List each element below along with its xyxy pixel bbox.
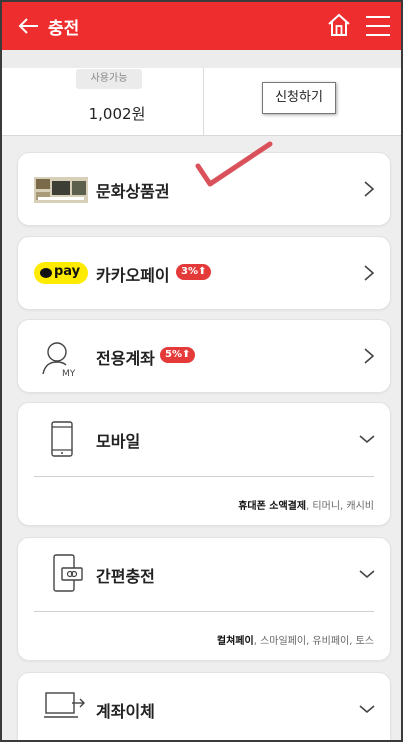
home-icon[interactable]: [327, 12, 351, 38]
chevron-right-icon: [364, 265, 375, 281]
divider: [34, 611, 374, 612]
menu-icon[interactable]: [364, 13, 392, 39]
chevron-down-icon: [359, 570, 375, 579]
easy-charge-label: 간편충전: [96, 567, 155, 586]
kakaopay-card[interactable]: pay 카카오페이 3%⬆: [17, 236, 391, 310]
balance-top-strip: [2, 50, 401, 68]
kakaopay-logo: pay: [34, 262, 88, 284]
balance-panel: 사용가능 1,002원 신청하기: [2, 50, 401, 136]
svg-text:MY: MY: [62, 369, 76, 378]
chevron-down-icon: [359, 435, 375, 444]
divider: [34, 476, 374, 477]
chevron-right-icon: [364, 348, 375, 364]
balance-divider: [203, 68, 204, 136]
culture-voucher-label: 문화상품권: [96, 182, 170, 201]
mobile-sub-methods: 휴대폰 소액결제, 티머니, 캐시비: [238, 497, 374, 512]
kakaopay-label: 카카오페이: [96, 266, 170, 285]
charge-screen: 충전 사용가능 1,002원 신청하기 문화상품권 pay 카카오페이 3%⬆ …: [0, 0, 403, 742]
mobile-card: 모바일 휴대폰 소액결제, 티머니, 캐시비: [17, 402, 391, 526]
chevron-down-icon: [359, 705, 375, 714]
mobile-label: 모바일: [96, 432, 141, 451]
mobile-sub-primary: 휴대폰 소액결제: [238, 501, 307, 512]
mobile-sub-others: , 티머니, 캐시비: [306, 501, 374, 512]
top-bar: 충전: [2, 2, 401, 50]
easy-charge-header[interactable]: 간편충전: [18, 538, 390, 610]
check-mark-icon: [195, 141, 273, 187]
bank-transfer-label: 계좌이체: [96, 702, 155, 721]
gift-card-icon: [34, 177, 88, 203]
mobile-phone-icon: [51, 421, 73, 457]
my-account-icon: MY: [42, 342, 76, 378]
mobile-header[interactable]: 모바일: [18, 403, 390, 475]
easy-charge-sub-primary: 컬쳐페이: [216, 636, 254, 647]
dedicated-account-label: 전용계좌: [96, 349, 155, 368]
easy-pay-phone-icon: [53, 554, 83, 592]
easy-charge-sub-methods: 컬쳐페이, 스마일페이, 유비페이, 토스: [217, 632, 374, 647]
chevron-right-icon: [364, 181, 375, 197]
bank-transfer-card[interactable]: 계좌이체: [17, 672, 391, 740]
kakaopay-logo-text: pay: [54, 264, 81, 279]
kakao-bubble-icon: [40, 268, 52, 278]
page-title: 충전: [48, 19, 80, 39]
apply-button[interactable]: 신청하기: [262, 82, 336, 114]
kakaopay-badge: 3%⬆: [176, 264, 212, 280]
back-arrow-icon[interactable]: [16, 13, 42, 39]
easy-charge-card: 간편충전 컬쳐페이, 스마일페이, 유비페이, 토스: [17, 537, 391, 661]
dedicated-account-badge: 5%⬆: [160, 347, 196, 363]
dedicated-account-card[interactable]: MY 전용계좌 5%⬆: [17, 319, 391, 393]
available-tag: 사용가능: [76, 69, 142, 89]
balance-amount: 1,002원: [88, 105, 146, 123]
easy-charge-sub-others: , 스마일페이, 유비페이, 토스: [253, 636, 374, 647]
bank-transfer-monitor-icon: [44, 692, 85, 718]
